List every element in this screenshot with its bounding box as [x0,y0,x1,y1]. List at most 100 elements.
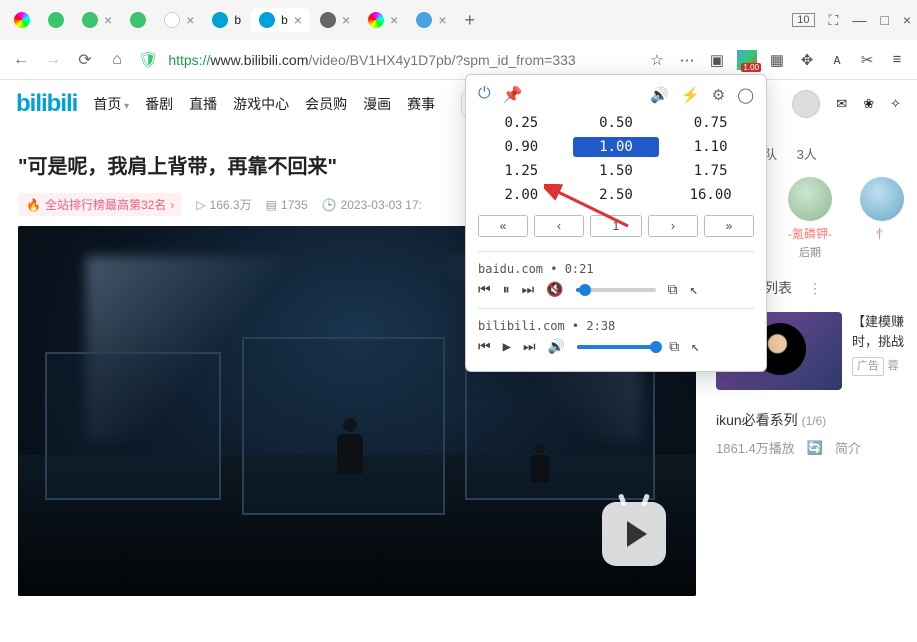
url-field[interactable]: https://www.bilibili.com/video/BV1HX4y1D… [168,52,637,68]
translate-icon[interactable]: ᴀ [827,51,847,68]
play-icon[interactable]: ▶ [503,339,511,355]
recommendation[interactable]: ikun必看系列 (1/6) 1861.4万播放 🔄 简介 [716,410,904,457]
volume-icon[interactable]: 🔊 [548,339,565,355]
rewind-button[interactable]: ‹ [534,215,584,237]
dynamic-icon[interactable]: ❀ [863,96,874,112]
forward-fast-button[interactable]: » [704,215,754,237]
speed-1.50[interactable]: 1.50 [573,161,660,181]
home-button[interactable]: ⌂ [106,49,128,71]
media-entry: bilibili.com • 2:38 ⏮ ▶ ⏭ 🔊 ⧉ ↖ [478,319,754,355]
nav-home[interactable]: 首页 [93,94,129,114]
screenshot-icon[interactable]: ✂ [857,51,877,69]
nav-bangumi[interactable]: 番剧 [145,94,173,114]
speed-0.25[interactable]: 0.25 [478,113,565,133]
speed-extension-icon[interactable]: 1.00 [737,50,757,70]
speed-1.75[interactable]: 1.75 [667,161,754,181]
power-icon[interactable]: ⏻ [478,85,491,105]
tab-count-badge[interactable]: 10 [792,13,814,27]
reader-icon[interactable]: ▣ [707,51,727,69]
tab-1[interactable] [6,8,38,32]
user-avatar[interactable] [792,90,820,118]
volume-slider[interactable] [576,288,656,292]
forward-button[interactable]: → [42,49,64,71]
speed-1.25[interactable]: 1.25 [478,161,565,181]
sound-icon[interactable]: 🔊 [650,86,669,104]
step-value[interactable]: 1 [590,215,642,237]
tab-2[interactable] [40,8,72,32]
favorite-icon[interactable]: ☆ [647,51,667,69]
apps-grid-icon[interactable]: ▦ [767,51,787,69]
cursor-icon[interactable]: ↖ [690,282,698,298]
nav-game[interactable]: 游戏中心 [233,94,289,114]
nav-vip[interactable]: 会员购 [305,94,347,114]
avatar[interactable]: 忄 [860,177,904,260]
close-icon[interactable]: × [438,12,446,28]
rewind-fast-button[interactable]: « [478,215,528,237]
menu-icon[interactable]: ≡ [887,51,907,68]
maximize-button[interactable]: □ [880,12,888,28]
tab-3[interactable]: × [74,8,120,32]
tab-6[interactable]: b [204,8,249,32]
bilibili-logo[interactable]: bilibili [16,90,77,118]
extensions-icon[interactable]: ✥ [797,51,817,69]
speed-0.75[interactable]: 0.75 [667,113,754,133]
volume-slider[interactable] [577,345,657,349]
pip-icon[interactable]: ⧉ [668,282,678,298]
tab-5[interactable]: × [156,8,202,32]
tab-4[interactable] [122,8,154,32]
forward-button[interactable]: › [648,215,698,237]
close-window-button[interactable]: × [903,12,911,28]
speed-1.10[interactable]: 1.10 [667,137,754,157]
danmu-stat: ▤ 1735 [266,198,308,212]
more-icon[interactable]: ⋯ [677,51,697,69]
prev-icon[interactable]: ⏮ [478,339,491,355]
close-icon[interactable]: × [390,12,398,28]
speed-16.00[interactable]: 16.00 [667,185,754,205]
gear-icon[interactable]: ⚙ [712,86,725,104]
close-icon[interactable]: × [186,12,194,28]
tab-10[interactable]: × [408,8,454,32]
media-label: baidu.com • 0:21 [478,262,754,276]
close-icon[interactable]: × [342,12,350,28]
new-tab-button[interactable]: + [457,10,484,31]
back-button[interactable]: ← [10,49,32,71]
tab-8[interactable]: × [312,8,358,32]
close-icon[interactable]: × [104,12,112,28]
pin-icon[interactable]: 📌 [503,85,523,105]
github-icon[interactable]: ◯ [737,86,754,104]
next-icon[interactable]: ⏭ [523,339,536,355]
message-icon[interactable]: ✉ [836,96,847,112]
close-icon[interactable]: × [294,12,302,28]
nav-manga[interactable]: 漫画 [363,94,391,114]
security-shield-icon[interactable]: 🛡 [138,50,158,70]
speed-0.50[interactable]: 0.50 [573,113,660,133]
cursor-icon[interactable]: ↖ [691,339,699,355]
nav-match[interactable]: 赛事 [407,94,435,114]
favorites-icon[interactable]: ✧ [890,96,901,112]
speed-control-popup: ⏻ 📌 🔊 ⚡ ⚙ ◯ 0.25 0.50 0.75 0.90 1.00 1.10 1.25… [465,74,767,372]
rank-badge[interactable]: 全站排行榜最高第32名 [18,193,182,216]
reload-button[interactable]: ⟳ [74,49,96,71]
page-content: "可是呢，我肩上背带，再靠不回来" 全站排行榜最高第32名 ▷ 166.3万 ▤… [0,128,917,608]
pip-icon[interactable]: ⧉ [669,339,679,355]
speed-0.90[interactable]: 0.90 [478,137,565,157]
speed-1.00[interactable]: 1.00 [573,137,660,157]
step-controls: « ‹ 1 › » [478,215,754,237]
ad-badge: 广告 [852,357,884,376]
bolt-icon[interactable]: ⚡ [681,86,700,104]
prev-icon[interactable]: ⏮ [478,282,491,298]
minimize-button[interactable]: — [852,12,866,28]
workspace-icon[interactable]: ⛶ [829,12,839,29]
speed-2.50[interactable]: 2.50 [573,185,660,205]
tab-active[interactable]: b× [251,8,310,32]
next-icon[interactable]: ⏭ [522,282,535,298]
volume-icon[interactable]: 🔇 [546,282,563,298]
pause-icon[interactable]: ⏸ [503,282,510,298]
more-icon[interactable]: ⋮ [808,280,822,297]
tab-9[interactable]: × [360,8,406,32]
avatar[interactable]: -氪磷钾-后期 [788,177,832,260]
play-button[interactable] [602,502,666,566]
speed-2.00[interactable]: 2.00 [478,185,565,205]
speed-grid: 0.25 0.50 0.75 0.90 1.00 1.10 1.25 1.50 1.75 2.00… [478,113,754,205]
nav-live[interactable]: 直播 [189,94,217,114]
